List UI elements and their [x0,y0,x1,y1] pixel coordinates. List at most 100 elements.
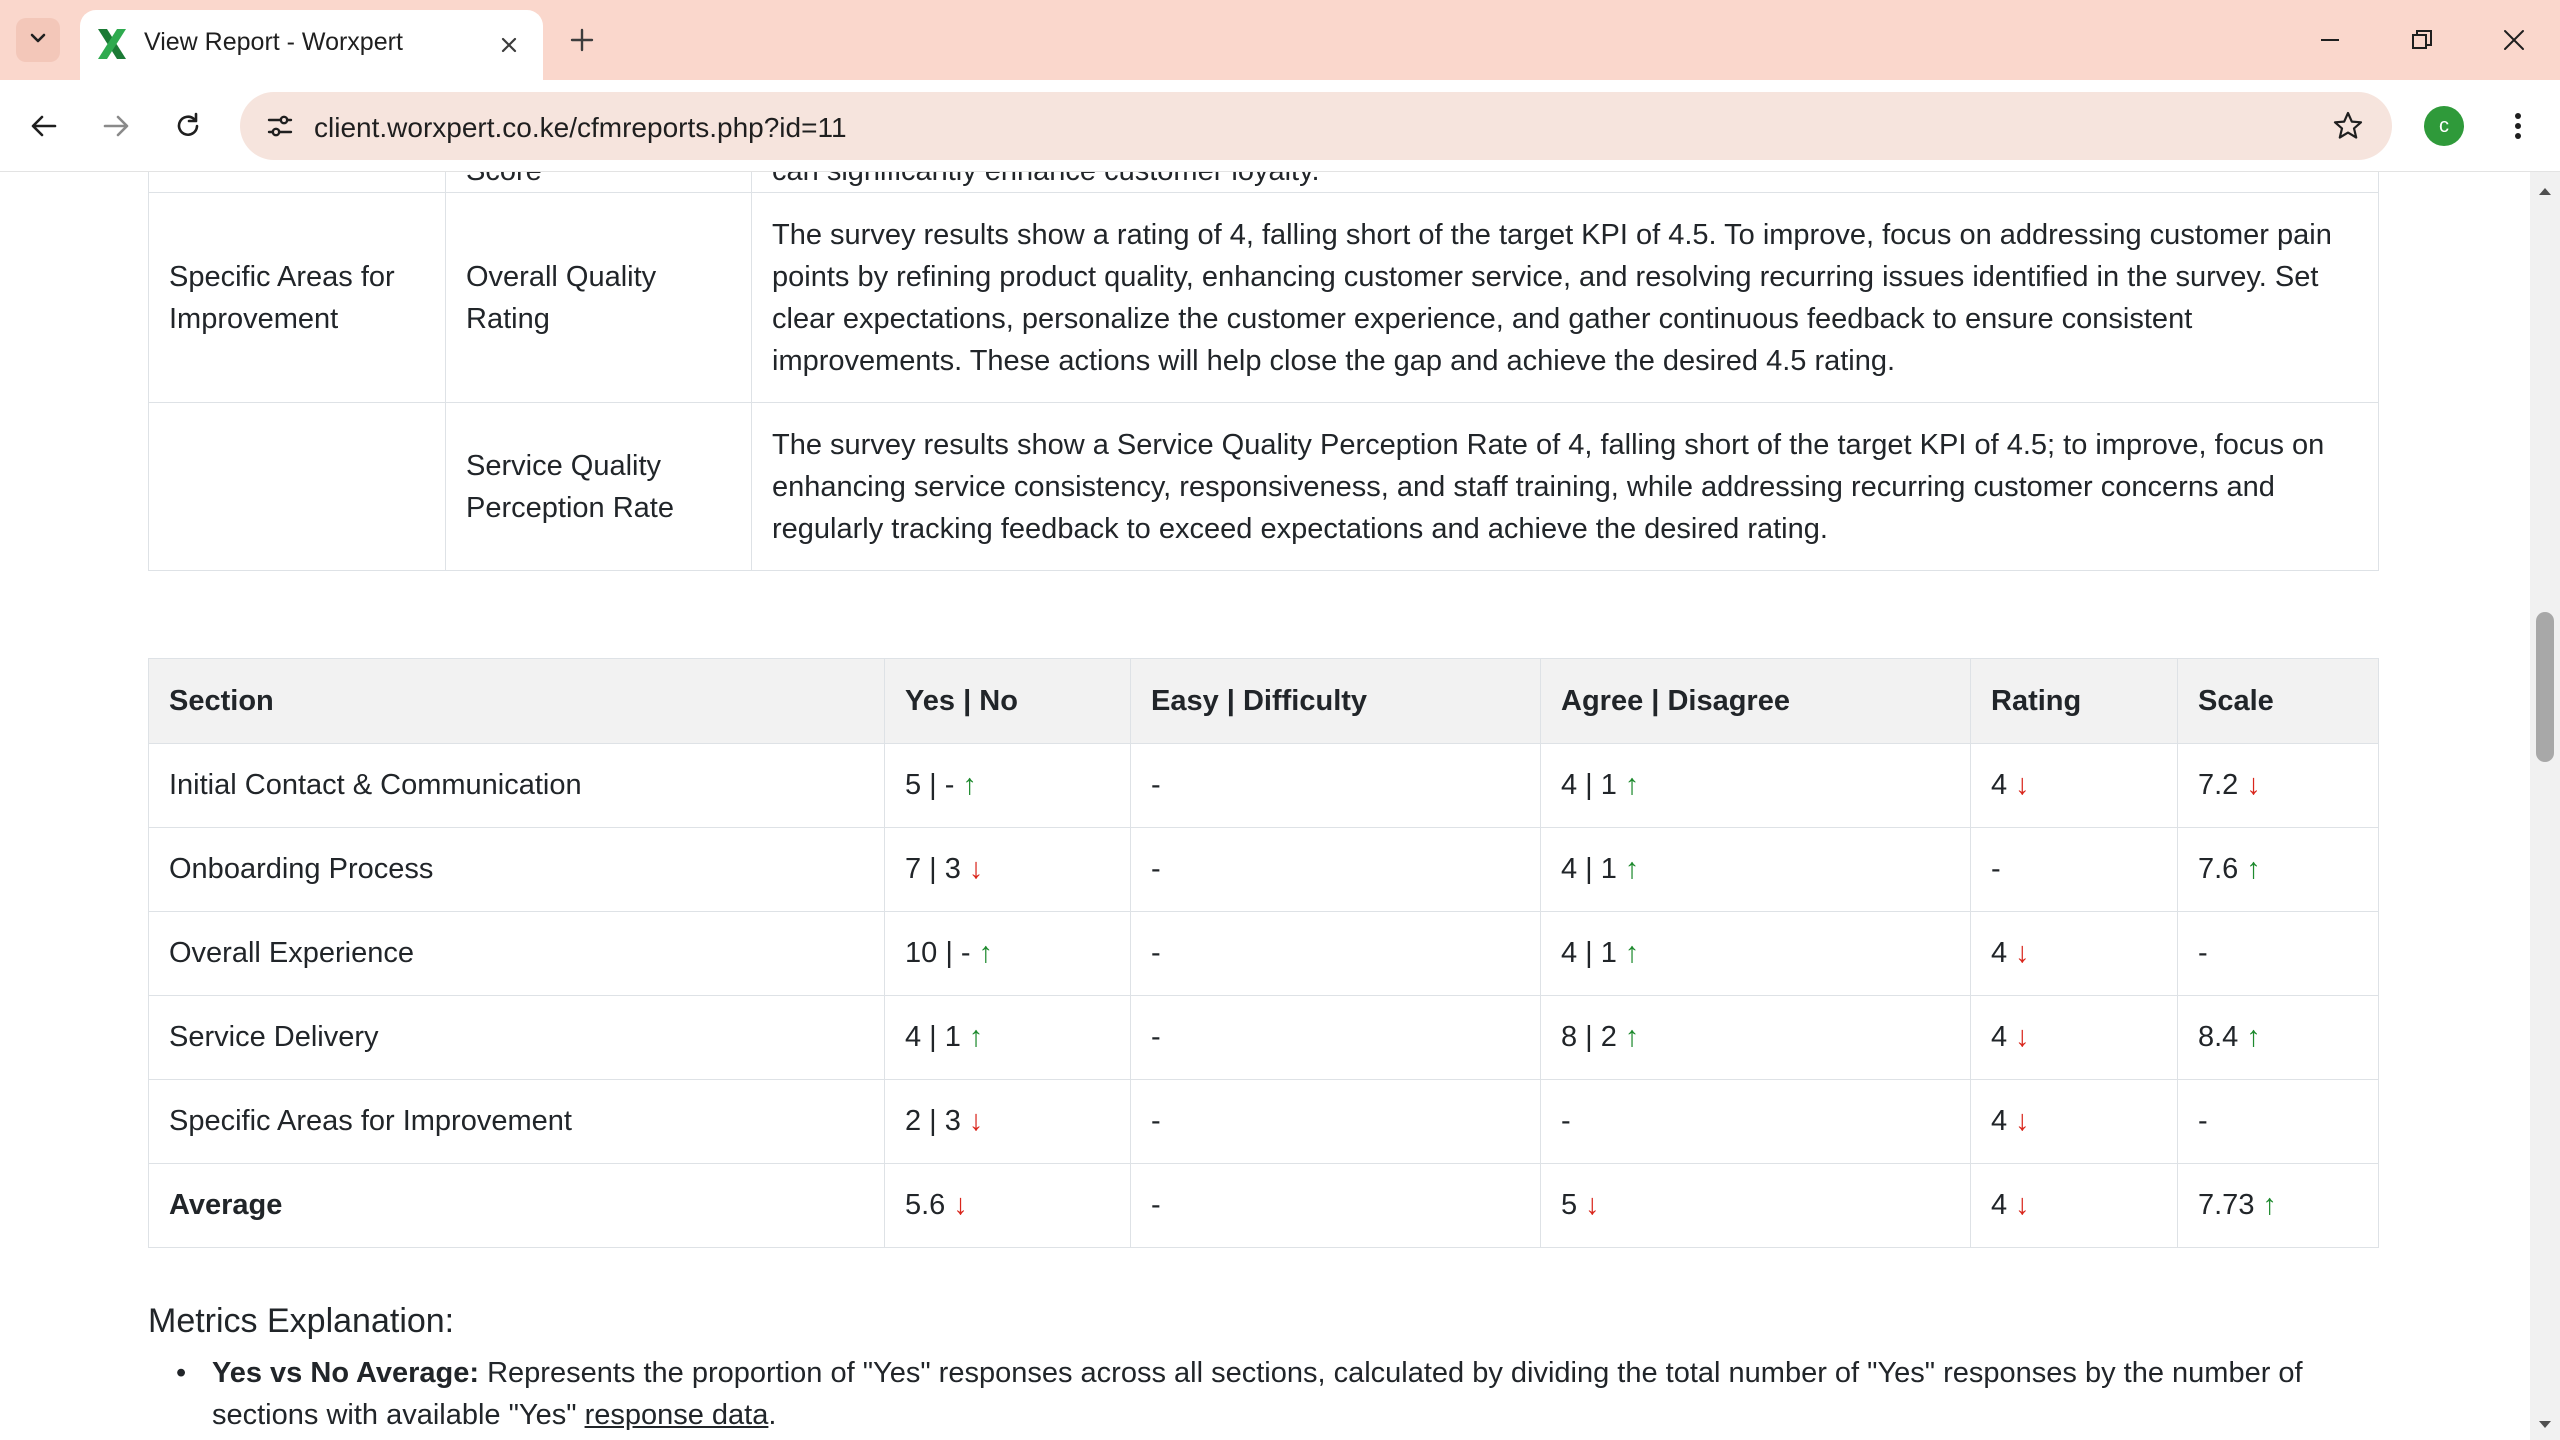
header-agree: Agree [1561,684,1644,717]
agree-disagree-value: - [1561,1105,1571,1137]
easy-difficulty-value: - [1151,769,1161,801]
forward-arrow-icon[interactable] [94,104,138,148]
agree-disagree-cell: 4 | 1 ↑ [1540,911,1971,996]
minimize-icon[interactable] [2306,16,2354,64]
section-value: Service Delivery [169,1021,379,1053]
section-cell: Initial Contact & Communication [148,743,885,828]
trend-up-arrow-icon: ↑ [1624,1021,1640,1053]
header-easy: Easy [1151,684,1219,717]
easy-difficulty-value: - [1151,1189,1161,1221]
scroll-down-arrow-icon[interactable] [2530,1410,2560,1440]
reload-icon[interactable] [166,104,210,148]
yes-no-cell: 7 | 3 ↓ [884,827,1131,912]
section-cell: Specific Areas for Improvement [148,1079,885,1164]
table-row: Onboarding Process 7 | 3 ↓ -4 | 1 ↑ -7.6 ↑ [148,827,2379,912]
header-separator: | [1651,684,1660,717]
explanation-text-end: . [768,1399,777,1431]
agree-disagree-value: 4 | 1 [1561,853,1617,885]
section-cell: Average [148,1163,885,1248]
rating-cell: 4 ↓ [1970,743,2178,828]
trend-up-arrow-icon: ↑ [1624,769,1640,801]
header-separator: | [1226,684,1235,717]
easy-difficulty-value: - [1151,1105,1161,1137]
rating-cell: 4 ↓ [1970,1079,2178,1164]
header-yes-no: Yes | No [884,658,1131,744]
easy-difficulty-cell: - [1130,827,1541,912]
explanation-text: Represents the proportion of "Yes" respo… [212,1357,2303,1431]
url-text[interactable]: client.worxpert.co.ke/cfmreports.php?id=… [314,112,847,144]
header-separator: | [963,684,972,717]
trend-up-arrow-icon: ↑ [978,937,994,969]
agree-disagree-cell: 8 | 2 ↑ [1540,995,1971,1080]
easy-difficulty-cell: - [1130,995,1541,1080]
scrollbar-thumb[interactable] [2536,612,2554,762]
new-tab-icon[interactable] [562,20,602,60]
scroll-up-arrow-icon[interactable] [2530,176,2560,206]
trend-down-arrow-icon: ↓ [2015,937,2030,969]
metric-cell: Score [445,172,752,193]
back-arrow-icon[interactable] [22,104,66,148]
trend-up-arrow-icon: ↑ [2262,1189,2277,1221]
section-value: Overall Experience [169,937,414,969]
more-menu-icon[interactable] [2496,104,2540,148]
scale-cell: - [2177,1079,2379,1164]
header-scale: Scale [2177,658,2379,744]
scale-value: - [2198,1105,2208,1137]
tab-title: View Report - Worxpert [144,28,403,56]
trend-up-arrow-icon: ↑ [968,1021,984,1053]
header-disagree: Disagree [1667,684,1790,717]
yes-no-cell: 10 | - ↑ [884,911,1131,996]
list-item: Yes vs No Average: Represents the propor… [176,1352,2370,1436]
rating-value: 4 [1991,1021,2008,1053]
profile-avatar[interactable]: c [2424,106,2464,146]
scale-cell: 8.4 ↑ [2177,995,2379,1080]
metrics-table-body: Initial Contact & Communication 5 | - ↑ -4 … [148,743,2379,1248]
trend-up-arrow-icon: ↑ [2246,1021,2261,1053]
easy-difficulty-cell: - [1130,1163,1541,1248]
metrics-explanation-list: Yes vs No Average: Represents the propor… [176,1352,2370,1436]
easy-difficulty-cell: - [1130,911,1541,996]
trend-down-arrow-icon: ↓ [968,1105,984,1137]
metrics-explanation-heading: Metrics Explanation: [148,1302,455,1340]
tab-active[interactable]: View Report - Worxpert [80,10,543,80]
rating-value: 4 [1991,1105,2008,1137]
trend-up-arrow-icon: ↑ [2246,853,2261,885]
yes-no-value: 7 | 3 [905,853,961,885]
close-tab-icon[interactable] [492,28,526,62]
area-cell [148,402,446,571]
site-info-icon[interactable] [258,104,302,148]
yes-no-value: 5 | - [905,769,955,801]
metric-cell: Overall Quality Rating [445,192,752,403]
trend-up-arrow-icon: ↑ [1624,853,1640,885]
scale-cell: 7.73 ↑ [2177,1163,2379,1248]
table-row: Service Delivery 4 | 1 ↑ -8 | 2 ↑ 4 ↓ 8.4 ↑ [148,995,2379,1080]
trend-down-arrow-icon: ↓ [1585,1189,1600,1221]
section-value: Onboarding Process [169,853,434,885]
page-content: Score can significantly enhance customer… [0,172,2530,1440]
agree-disagree-cell: 4 | 1 ↑ [1540,827,1971,912]
table-row: Overall Experience 10 | - ↑ -4 | 1 ↑ 4 ↓ - [148,911,2379,996]
bookmark-star-icon[interactable] [2326,104,2370,148]
yes-no-cell: 5.6 ↓ [884,1163,1131,1248]
rating-value: 4 [1991,1189,2008,1221]
tab-search-button[interactable] [16,18,60,62]
address-bar[interactable]: client.worxpert.co.ke/cfmreports.php?id=… [240,92,2392,160]
section-cell: Overall Experience [148,911,885,996]
easy-difficulty-value: - [1151,1021,1161,1053]
table-row: Score can significantly enhance customer… [148,172,2379,193]
yes-no-cell: 2 | 3 ↓ [884,1079,1131,1164]
yes-no-value: 4 | 1 [905,1021,961,1053]
header-section: Section [148,658,885,744]
restore-icon[interactable] [2398,16,2446,64]
chevron-down-icon [27,27,49,54]
yes-no-value: 2 | 3 [905,1105,961,1137]
metric-cell: Service Quality Perception Rate [445,402,752,571]
explanation-term: Yes vs No Average: [212,1357,480,1389]
easy-difficulty-value: - [1151,937,1161,969]
page-scrollbar[interactable] [2530,172,2560,1440]
header-yes: Yes [905,684,955,717]
close-window-icon[interactable] [2490,16,2538,64]
rating-cell: 4 ↓ [1970,995,2178,1080]
agree-disagree-cell: - [1540,1079,1971,1164]
yes-no-value: 10 | - [905,937,971,969]
